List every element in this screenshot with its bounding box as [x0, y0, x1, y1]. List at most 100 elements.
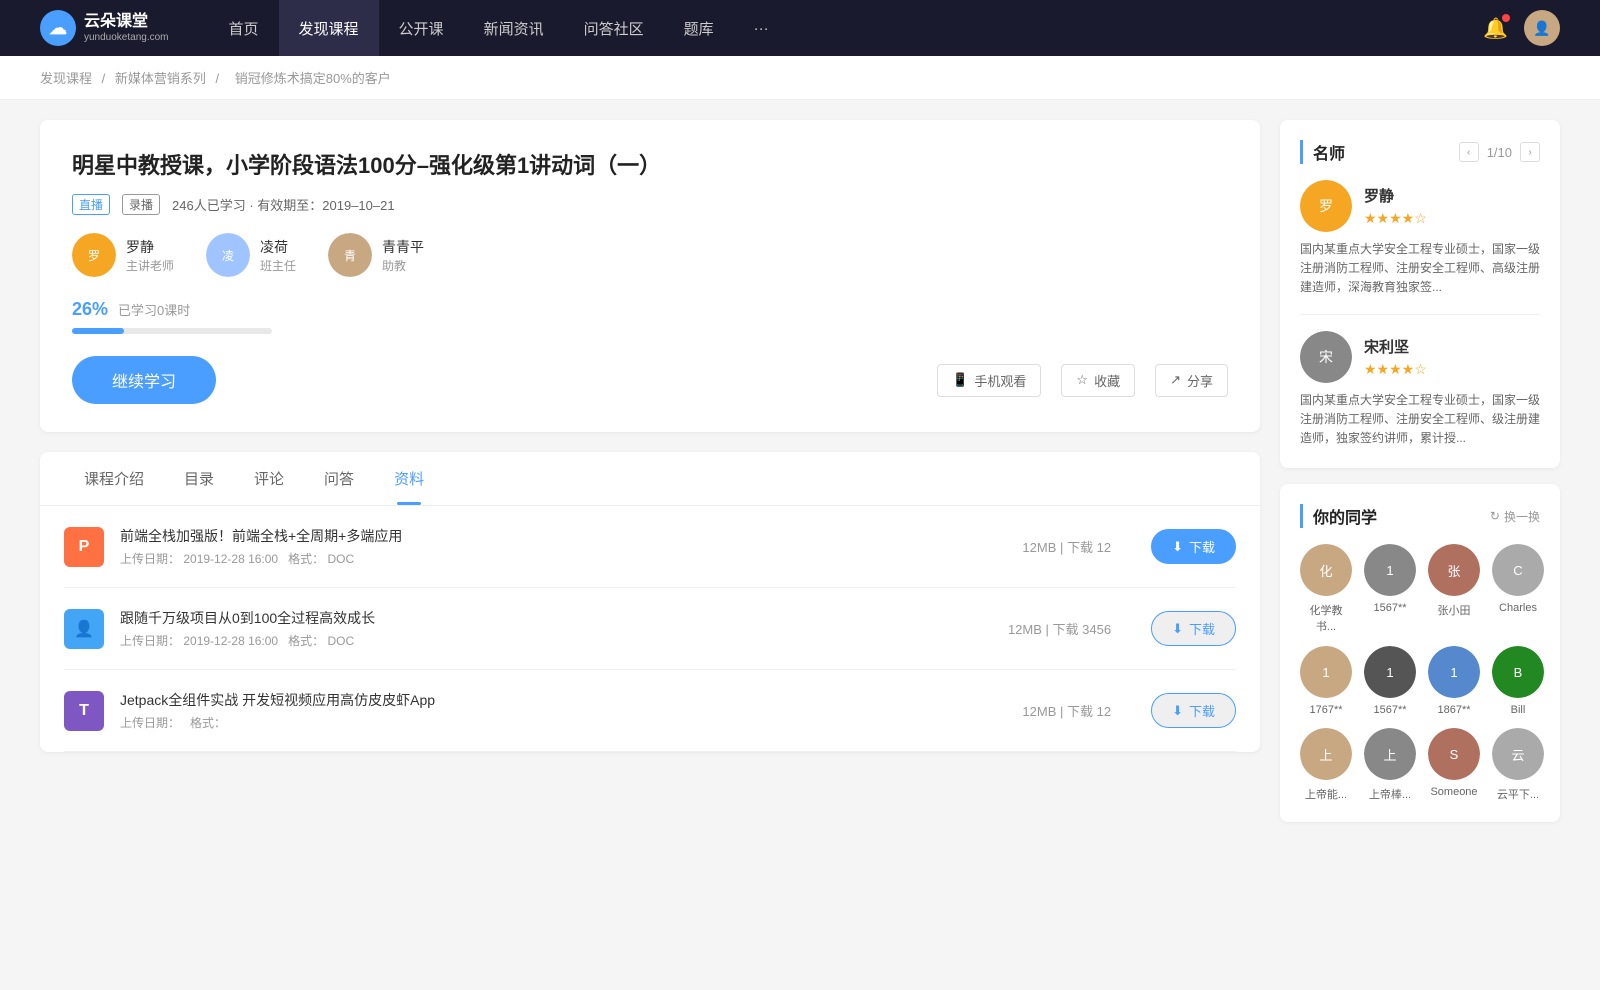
download-btn-1[interactable]: ⬇ 下载: [1151, 611, 1236, 646]
nav-open[interactable]: 公开课: [379, 0, 464, 56]
tp-desc-0: 国内某重点大学安全工程专业硕士，国家一级注册消防工程师、注册安全工程师、高级注册…: [1300, 240, 1540, 298]
breadcrumb-discover[interactable]: 发现课程: [40, 71, 92, 86]
nav-more[interactable]: ···: [734, 0, 789, 56]
logo-text: 云朵课堂 yunduoketang.com: [84, 12, 169, 43]
teacher-avatar-1: 凌: [206, 233, 250, 277]
tp-stars-0: ★★★★☆: [1364, 210, 1427, 227]
nav-discover[interactable]: 发现课程: [279, 0, 379, 56]
teacher-profile-list: 罗 罗静 ★★★★☆ 国内某重点大学安全工程专业硕士，国家一级注册消防工程师、注…: [1300, 180, 1540, 448]
share-icon: ↗: [1170, 372, 1181, 388]
teachers-next-btn[interactable]: ›: [1520, 142, 1540, 162]
tab-resources[interactable]: 资料: [374, 452, 444, 505]
download-icon-2: ⬇: [1172, 703, 1183, 719]
breadcrumb: 发现课程 / 新媒体营销系列 / 销冠修炼术搞定80%的客户: [0, 56, 1600, 100]
teachers-page: 1/10: [1487, 145, 1512, 160]
logo[interactable]: ☁ 云朵课堂 yunduoketang.com: [40, 10, 169, 46]
teacher-0: 罗 罗静 主讲老师: [72, 233, 174, 277]
breadcrumb-series[interactable]: 新媒体营销系列: [115, 71, 206, 86]
right-panel: 名师 ‹ 1/10 › 罗 罗静 ★★★★☆: [1280, 120, 1560, 838]
tab-review[interactable]: 评论: [234, 452, 304, 505]
tp-item-0: 罗 罗静 ★★★★☆ 国内某重点大学安全工程专业硕士，国家一级注册消防工程师、注…: [1300, 180, 1540, 315]
course-card: 明星中教授课，小学阶段语法100分–强化级第1讲动词（一） 直播 录播 246人…: [40, 120, 1260, 432]
share-btn[interactable]: ↗ 分享: [1155, 364, 1228, 397]
resource-info-2: Jetpack全组件实战 开发短视频应用高仿皮皮虾App 上传日期： 格式：: [120, 690, 982, 731]
teacher-role-2: 助教: [382, 257, 424, 274]
tab-intro[interactable]: 课程介绍: [64, 452, 164, 505]
classmate-4: 1 1767**: [1300, 646, 1352, 716]
teacher-role-1: 班主任: [260, 257, 296, 274]
nav-news[interactable]: 新闻资讯: [464, 0, 564, 56]
classmate-0: 化 化学教书...: [1300, 544, 1352, 634]
resource-item-2: T Jetpack全组件实战 开发短视频应用高仿皮皮虾App 上传日期： 格式：…: [64, 670, 1236, 752]
teachers-prev-btn[interactable]: ‹: [1459, 142, 1479, 162]
teacher-2: 青 青青平 助教: [328, 233, 424, 277]
classmate-name-0: 化学教书...: [1300, 602, 1352, 634]
course-title: 明星中教授课，小学阶段语法100分–强化级第1讲动词（一）: [72, 148, 1228, 180]
mobile-icon: 📱: [952, 372, 968, 388]
left-panel: 明星中教授课，小学阶段语法100分–强化级第1讲动词（一） 直播 录播 246人…: [40, 120, 1260, 838]
logo-icon: ☁: [40, 10, 76, 46]
resource-item-0: P 前端全栈加强版！前端全栈+全周期+多端应用 上传日期： 2019-12-28…: [64, 506, 1236, 588]
action-buttons: 📱 手机观看 ☆ 收藏 ↗ 分享: [937, 364, 1228, 397]
classmate-name-7: Bill: [1511, 704, 1526, 716]
tp-name-0: 罗静: [1364, 185, 1427, 206]
classmate-name-1: 1567**: [1373, 602, 1406, 614]
download-btn-0[interactable]: ⬇ 下载: [1151, 529, 1236, 564]
download-icon-1: ⬇: [1172, 621, 1183, 637]
teachers-panel-title: 名师: [1300, 140, 1345, 164]
favorite-btn[interactable]: ☆ 收藏: [1061, 364, 1135, 397]
tab-catalog[interactable]: 目录: [164, 452, 234, 505]
resource-stats-1: 12MB | 下载 3456: [1008, 619, 1111, 638]
classmate-3: C Charles: [1492, 544, 1544, 634]
progress-bar-fill: [72, 328, 124, 334]
tp-avatar-1: 宋: [1300, 331, 1352, 383]
download-btn-2[interactable]: ⬇ 下载: [1151, 693, 1236, 728]
classmate-8: 上 上帝能...: [1300, 728, 1352, 802]
resource-name-1: 跟随千万级项目从0到100全过程高效成长: [120, 608, 968, 628]
resource-list: P 前端全栈加强版！前端全栈+全周期+多端应用 上传日期： 2019-12-28…: [40, 506, 1260, 752]
resource-info-1: 跟随千万级项目从0到100全过程高效成长 上传日期： 2019-12-28 16…: [120, 608, 968, 649]
resource-icon-0: P: [64, 527, 104, 567]
resource-meta-2: 上传日期： 格式：: [120, 714, 982, 731]
notification-dot: [1502, 14, 1510, 22]
user-avatar-nav[interactable]: 👤: [1524, 10, 1560, 46]
tp-item-1: 宋 宋利坚 ★★★★☆ 国内某重点大学安全工程专业硕士，国家一级注册消防工程师、…: [1300, 331, 1540, 449]
teachers-panel: 名师 ‹ 1/10 › 罗 罗静 ★★★★☆: [1280, 120, 1560, 468]
bell-icon[interactable]: 🔔: [1483, 16, 1508, 41]
classmate-9: 上 上帝棒...: [1364, 728, 1416, 802]
nav-bank[interactable]: 题库: [664, 0, 734, 56]
classmate-name-6: 1867**: [1437, 704, 1470, 716]
tp-name-1: 宋利坚: [1364, 336, 1427, 357]
tp-avatar-0: 罗: [1300, 180, 1352, 232]
tabs-header: 课程介绍 目录 评论 问答 资料: [40, 452, 1260, 506]
classmate-name-2: 张小田: [1438, 602, 1471, 618]
classmate-2: 张 张小田: [1428, 544, 1480, 634]
classmate-name-4: 1767**: [1309, 704, 1342, 716]
refresh-classmates-btn[interactable]: ↻ 换一换: [1490, 508, 1540, 525]
classmate-10: S Someone: [1428, 728, 1480, 802]
resource-icon-2: T: [64, 691, 104, 731]
progress-pct: 26%: [72, 299, 108, 320]
resource-stats-2: 12MB | 下载 12: [1022, 701, 1111, 720]
mobile-watch-btn[interactable]: 📱 手机观看: [937, 364, 1041, 397]
teacher-name-1: 凌荷: [260, 237, 296, 257]
nav-items: 首页 发现课程 公开课 新闻资讯 问答社区 题库 ···: [209, 0, 1484, 56]
tab-qa[interactable]: 问答: [304, 452, 374, 505]
main-layout: 明星中教授课，小学阶段语法100分–强化级第1讲动词（一） 直播 录播 246人…: [0, 100, 1600, 858]
badge-record: 录播: [122, 194, 160, 215]
panel-header-classmates: 你的同学 ↻ 换一换: [1300, 504, 1540, 528]
tp-desc-1: 国内某重点大学安全工程专业硕士，国家一级注册消防工程师、注册安全工程师、级注册建…: [1300, 391, 1540, 449]
resource-name-0: 前端全栈加强版！前端全栈+全周期+多端应用: [120, 526, 982, 546]
nav-qa[interactable]: 问答社区: [564, 0, 664, 56]
nav-home[interactable]: 首页: [209, 0, 279, 56]
classmates-panel: 你的同学 ↻ 换一换 化 化学教书... 1 1567**: [1280, 484, 1560, 822]
resource-item-1: 👤 跟随千万级项目从0到100全过程高效成长 上传日期： 2019-12-28 …: [64, 588, 1236, 670]
classmate-7: B Bill: [1492, 646, 1544, 716]
continue-button[interactable]: 继续学习: [72, 356, 216, 404]
teachers-nav: ‹ 1/10 ›: [1459, 142, 1540, 162]
classmates-panel-title: 你的同学: [1300, 504, 1377, 528]
panel-header-teachers: 名师 ‹ 1/10 ›: [1300, 140, 1540, 164]
resource-name-2: Jetpack全组件实战 开发短视频应用高仿皮皮虾App: [120, 690, 982, 710]
progress-section: 26% 已学习0课时: [72, 299, 1228, 334]
refresh-icon: ↻: [1490, 509, 1500, 523]
